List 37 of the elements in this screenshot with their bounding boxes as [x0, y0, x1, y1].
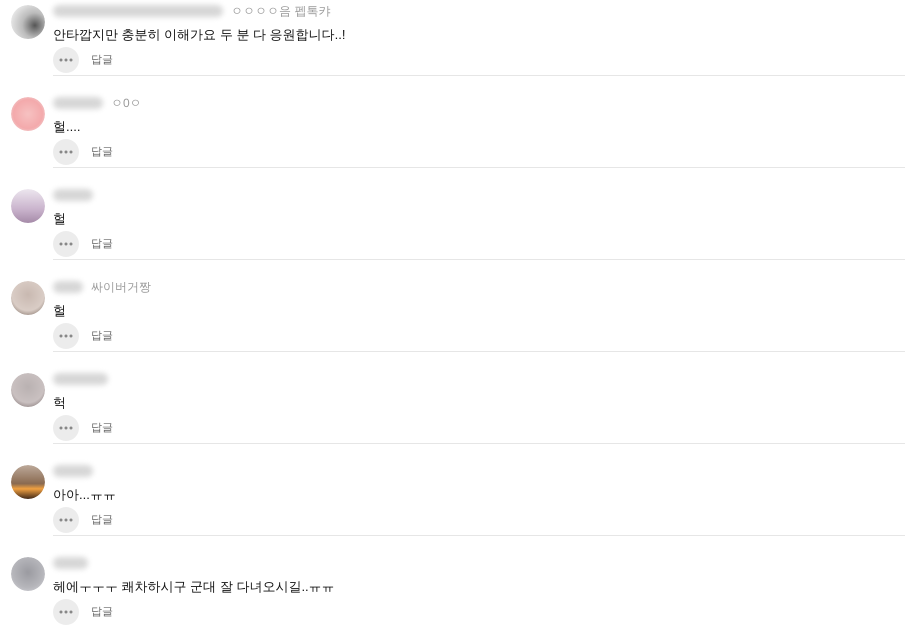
comment-text: 안타깝지만 충분히 이해가요 두 분 다 응원합니다..! [53, 26, 346, 44]
redacted-name [53, 281, 83, 293]
redacted-name [53, 97, 103, 109]
redacted-name [53, 189, 93, 201]
reply-button[interactable]: 답글 [91, 420, 113, 436]
more-button[interactable] [53, 507, 79, 533]
redacted-name [53, 465, 93, 477]
comment-text: 헤에ㅜㅜㅜ 쾌차하시구 군대 잘 다녀오시길..ㅠㅠ [53, 578, 335, 596]
more-button[interactable] [53, 415, 79, 441]
more-icon [59, 610, 73, 614]
comment-text: 아아...ㅠㅠ [53, 486, 116, 504]
reply-button[interactable]: 답글 [91, 52, 113, 68]
user-tag: 싸이버거짱 [91, 278, 151, 296]
user-tag: ㅇ0ㅇ [111, 94, 142, 112]
redacted-name [53, 557, 88, 569]
reply-button[interactable]: 답글 [91, 604, 113, 620]
reply-button[interactable]: 답글 [91, 512, 113, 528]
more-button[interactable] [53, 599, 79, 625]
comment-text: 헉 [53, 394, 66, 412]
comment-text: 헐 [53, 210, 66, 228]
redacted-name [53, 373, 108, 385]
comment-text: 헐 [53, 302, 66, 320]
more-icon [59, 426, 73, 430]
more-icon [59, 518, 73, 522]
more-icon [59, 334, 73, 338]
more-icon [59, 242, 73, 246]
reply-button[interactable]: 답글 [91, 236, 113, 252]
more-button[interactable] [53, 139, 79, 165]
more-button[interactable] [53, 47, 79, 73]
comment-text: 헐.... [53, 118, 80, 136]
more-icon [59, 150, 73, 154]
more-icon [59, 58, 73, 62]
reply-button[interactable]: 답글 [91, 144, 113, 160]
more-button[interactable] [53, 323, 79, 349]
more-button[interactable] [53, 231, 79, 257]
user-tag: ㅇㅇㅇㅇ음 펩톡캬 [231, 2, 330, 20]
reply-button[interactable]: 답글 [91, 328, 113, 344]
